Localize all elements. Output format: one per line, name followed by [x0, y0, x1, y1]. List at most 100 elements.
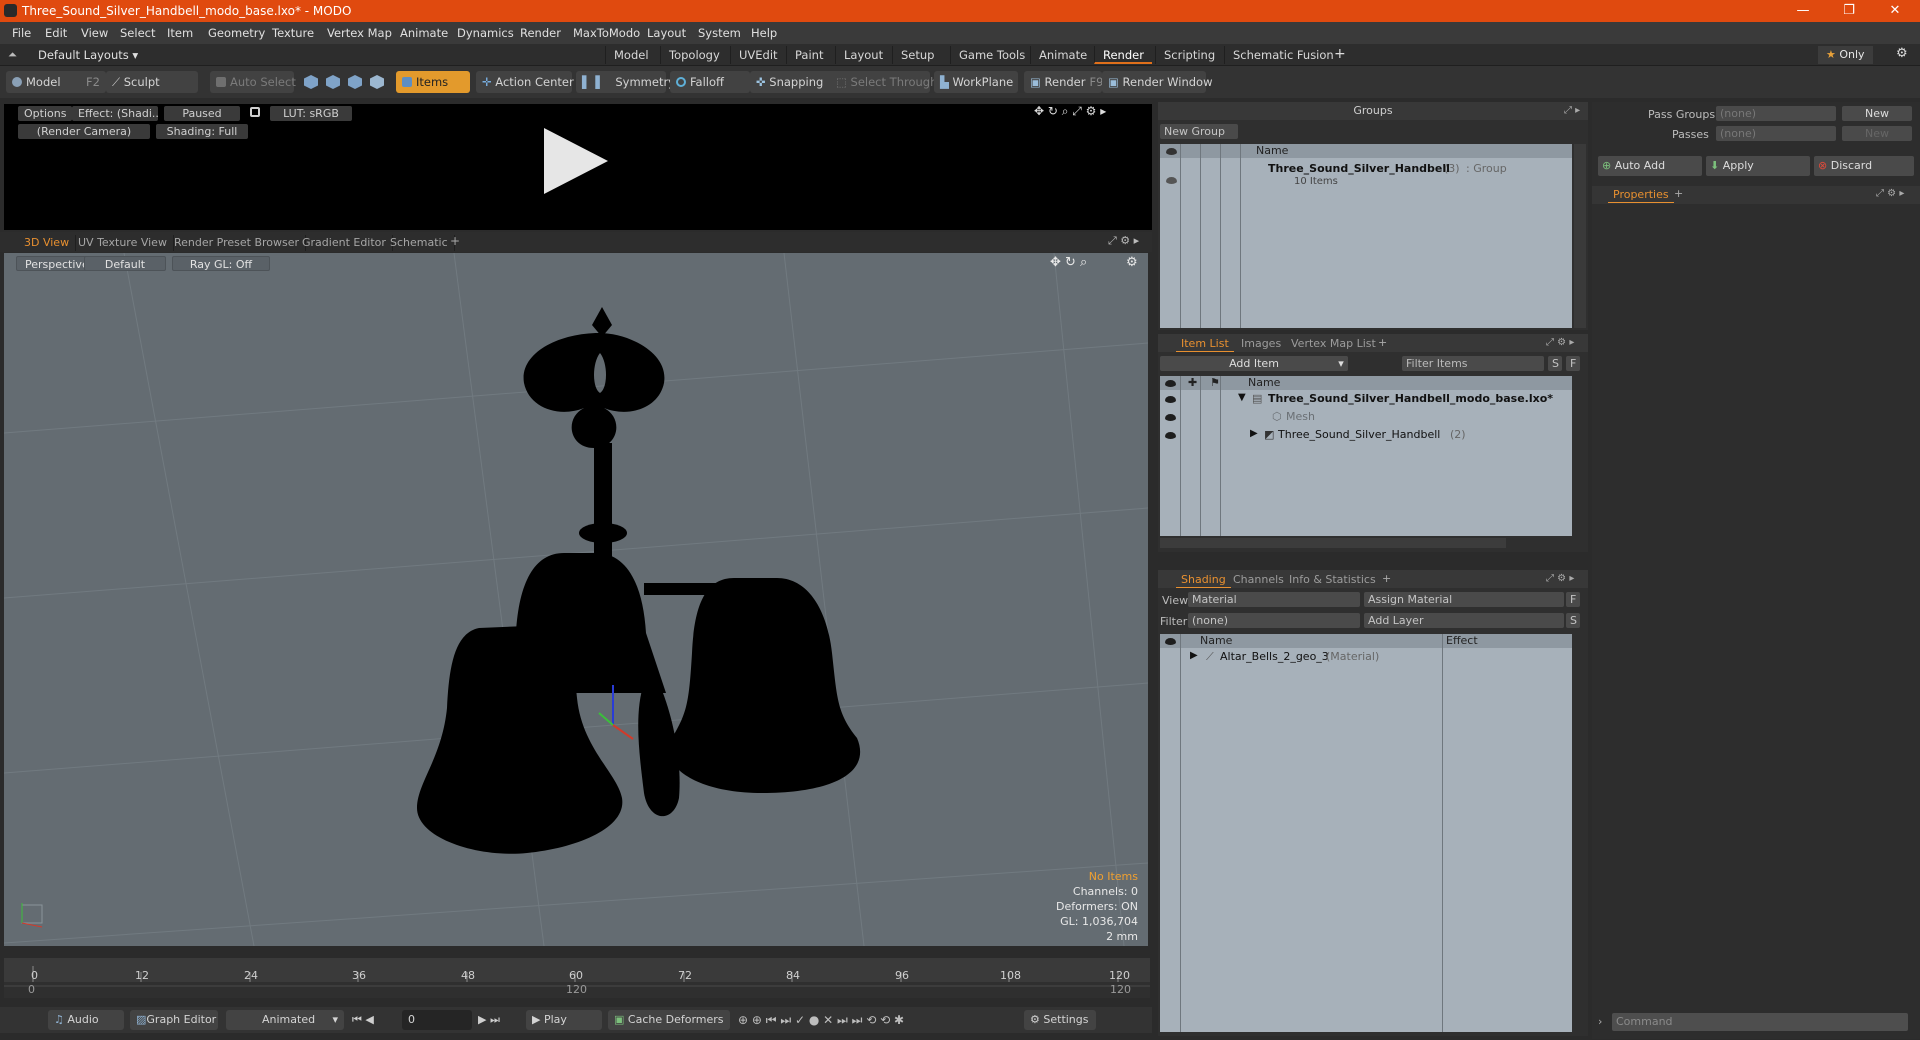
default-style-dropdown[interactable]: Default: [84, 256, 166, 271]
close-button[interactable]: ✕: [1872, 0, 1918, 22]
tab-setup[interactable]: Setup: [892, 46, 942, 64]
chevron-down-icon[interactable]: ▾: [1334, 356, 1348, 371]
expand-arrow-icon[interactable]: ▼: [1238, 392, 1246, 403]
tab-channels[interactable]: Channels: [1228, 572, 1289, 588]
tab-info-statistics[interactable]: Info & Statistics: [1284, 572, 1381, 588]
tab-model[interactable]: Model: [605, 46, 657, 64]
tab-schematic[interactable]: Schematic: [384, 235, 455, 251]
add-viewport-tab-button[interactable]: +: [450, 234, 460, 248]
filter-dropdown[interactable]: (none): [1188, 613, 1360, 628]
collapse-icon[interactable]: ⏶: [8, 48, 17, 62]
audio-button[interactable]: ♫ Audio: [48, 1010, 124, 1030]
action-center-button[interactable]: ✛ Action Center: [476, 71, 574, 93]
add-shading-tab[interactable]: +: [1382, 570, 1391, 588]
tab-vertex-map-list[interactable]: Vertex Map List: [1286, 336, 1381, 352]
tab-gradient-editor[interactable]: Gradient Editor: [296, 235, 393, 251]
row-visibility-icon[interactable]: [1165, 414, 1176, 421]
tab-game-tools[interactable]: Game Tools: [950, 46, 1033, 64]
range-end[interactable]: 120: [1110, 983, 1131, 996]
shading-f-button[interactable]: F: [1566, 592, 1580, 607]
menu-file[interactable]: File: [12, 26, 31, 40]
key-tools-icons[interactable]: ⊕ ⊕ ⏮ ⏭ ✓ ● ✕ ⏭ ⏭ ⟲ ⟲ ✱: [738, 1013, 904, 1028]
filter-f-button[interactable]: F: [1566, 356, 1580, 371]
falloff-button[interactable]: Falloff: [670, 71, 750, 93]
preview-paused-button[interactable]: Paused: [164, 106, 240, 121]
settings-button[interactable]: ⚙ Settings: [1024, 1010, 1096, 1030]
material-item[interactable]: Altar_Bells_2_geo_3: [1220, 650, 1329, 663]
add-item-list-tab[interactable]: +: [1378, 334, 1387, 352]
transport-next-icons[interactable]: ▶ ⏭: [478, 1013, 500, 1027]
group-name[interactable]: Three_Sound_Silver_Handbell: [1268, 162, 1450, 175]
add-properties-tab[interactable]: +: [1674, 187, 1683, 200]
tab-properties[interactable]: Properties: [1608, 187, 1674, 203]
shading-dropdown[interactable]: Shading: Full: [156, 124, 248, 139]
menu-render[interactable]: Render: [520, 26, 561, 40]
tab-uv-texture-view[interactable]: UV Texture View: [72, 235, 174, 251]
preview-options-button[interactable]: Options: [18, 106, 73, 121]
shading-s-button[interactable]: S: [1566, 613, 1580, 628]
menu-geometry[interactable]: Geometry: [208, 26, 265, 40]
properties-panel-icons[interactable]: ⤢ ⚙ ▸: [1876, 188, 1904, 199]
edges-icon[interactable]: [326, 75, 340, 89]
tab-3d-view[interactable]: 3D View: [18, 235, 77, 251]
workplane-button[interactable]: ▙ WorkPlane: [934, 71, 1018, 93]
shading-panel-icons[interactable]: ⤢ ⚙ ▸: [1546, 570, 1574, 588]
select-through-button[interactable]: ⬚ Select Through: [830, 71, 937, 93]
scene-item[interactable]: Three_Sound_Silver_Handbell_modo_base.lx…: [1268, 392, 1553, 405]
3d-viewport[interactable]: Perspective Default Ray GL: Off ✥ ↻ ⌕ ⚙ …: [4, 253, 1148, 946]
tab-scripting[interactable]: Scripting: [1155, 46, 1223, 64]
tab-item-list[interactable]: Item List: [1176, 336, 1234, 352]
sculpt-mode-button[interactable]: ⟋ Sculpt: [106, 71, 198, 93]
add-layer-dropdown[interactable]: Add Layer: [1364, 613, 1564, 628]
menu-dynamics[interactable]: Dynamics: [457, 26, 514, 40]
pass-groups-new-button[interactable]: New: [1842, 106, 1912, 121]
preview-nav-icons[interactable]: ✥ ↻ ⌕ ⤢ ⚙ ▸: [1034, 104, 1106, 119]
filter-s-button[interactable]: S: [1548, 356, 1562, 371]
lock-icon[interactable]: [250, 107, 260, 117]
menu-system[interactable]: System: [698, 26, 741, 40]
minimize-button[interactable]: —: [1780, 0, 1826, 22]
row-visibility-icon[interactable]: [1165, 432, 1176, 439]
items-mode-button[interactable]: Items: [396, 71, 470, 93]
gear-icon[interactable]: ⚙: [1896, 46, 1908, 61]
new-group-button[interactable]: New Group: [1160, 124, 1238, 139]
tab-paint[interactable]: Paint: [786, 46, 831, 64]
viewport-nav-icons[interactable]: ✥ ↻ ⌕: [1050, 255, 1087, 270]
model-mode-button[interactable]: Model F2: [6, 71, 106, 93]
vertices-icon[interactable]: [304, 75, 318, 89]
filter-items-input[interactable]: Filter Items: [1402, 356, 1544, 371]
raygl-dropdown[interactable]: Ray GL: Off: [172, 256, 270, 271]
menu-layout[interactable]: Layout: [647, 26, 686, 40]
materials-icon[interactable]: [370, 75, 384, 89]
expand-arrow-icon[interactable]: ▶: [1250, 428, 1258, 439]
tab-topology[interactable]: Topology: [660, 46, 728, 64]
item-list-panel-icons[interactable]: ⤢ ⚙ ▸: [1546, 334, 1574, 352]
tab-animate[interactable]: Animate: [1030, 46, 1095, 64]
discard-button[interactable]: ⊗ Discard: [1814, 156, 1914, 176]
range-mid[interactable]: 120: [566, 983, 587, 996]
animated-dropdown[interactable]: Animated ▾: [226, 1010, 344, 1030]
command-input[interactable]: Command: [1612, 1013, 1908, 1031]
tab-schematic-fusion[interactable]: Schematic Fusion: [1224, 46, 1342, 64]
shader-tree[interactable]: Name Effect ▶ ⟋ Altar_Bells_2_geo_3 (Mat…: [1160, 634, 1572, 1032]
assign-material-dropdown[interactable]: Assign Material: [1364, 592, 1564, 607]
menu-item[interactable]: Item: [167, 26, 193, 40]
auto-select-button[interactable]: Auto Select: [210, 71, 296, 93]
viewport-panel-icons[interactable]: ⤢ ⚙ ▸: [1108, 234, 1139, 248]
lut-dropdown[interactable]: LUT: sRGB: [270, 106, 352, 121]
tab-images[interactable]: Images: [1236, 336, 1286, 352]
menu-animate[interactable]: Animate: [400, 26, 448, 40]
add-tab-button[interactable]: +: [1334, 46, 1346, 62]
preview-effect-dropdown[interactable]: Effect: (Shadi...: [72, 106, 158, 121]
tab-layout[interactable]: Layout: [835, 46, 891, 64]
render-camera-dropdown[interactable]: (Render Camera): [18, 124, 150, 139]
menu-texture[interactable]: Texture: [272, 26, 314, 40]
apply-button[interactable]: ⬇ Apply: [1706, 156, 1810, 176]
snapping-button[interactable]: ✜ Snapping: [750, 71, 836, 93]
default-layouts-dropdown[interactable]: Default Layouts ▾: [38, 48, 138, 62]
item-list-hscrollbar[interactable]: [1160, 538, 1506, 548]
row-visibility-icon[interactable]: [1166, 177, 1177, 184]
tab-render-preset-browser[interactable]: Render Preset Browser: [168, 235, 307, 251]
play-button[interactable]: ▶ Play: [526, 1010, 602, 1030]
add-item-dropdown[interactable]: Add Item: [1160, 356, 1348, 371]
